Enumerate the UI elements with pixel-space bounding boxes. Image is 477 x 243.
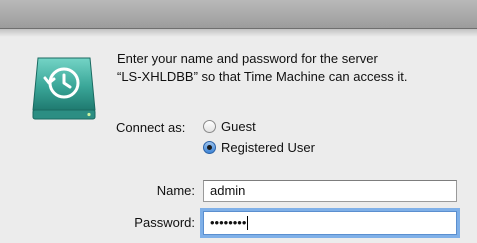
text-caret — [247, 216, 249, 230]
time-machine-drive-icon — [28, 52, 100, 124]
password-field[interactable]: •••••••• — [203, 211, 457, 235]
connect-as-label: Connect as: — [116, 120, 186, 135]
name-field[interactable]: admin — [203, 180, 457, 202]
dialog-message: Enter your name and password for the ser… — [117, 50, 467, 86]
sheet-shadow — [0, 29, 477, 37]
password-value: •••••••• — [210, 215, 247, 230]
message-line-1: Enter your name and password for the ser… — [117, 51, 378, 66]
guest-radio-option[interactable]: Guest — [203, 119, 256, 134]
registered-user-radio-button[interactable] — [203, 141, 216, 154]
message-line-2: “LS-XHLDBB” so that Time Machine can acc… — [117, 69, 408, 84]
registered-user-radio-label[interactable]: Registered User — [221, 140, 315, 155]
window-titlebar — [0, 0, 477, 29]
guest-radio-button[interactable] — [203, 120, 216, 133]
name-value: admin — [210, 183, 246, 198]
name-label: Name: — [156, 183, 195, 198]
registered-user-radio-option[interactable]: Registered User — [203, 140, 315, 155]
password-label: Password: — [134, 215, 195, 230]
guest-radio-label[interactable]: Guest — [221, 119, 256, 134]
